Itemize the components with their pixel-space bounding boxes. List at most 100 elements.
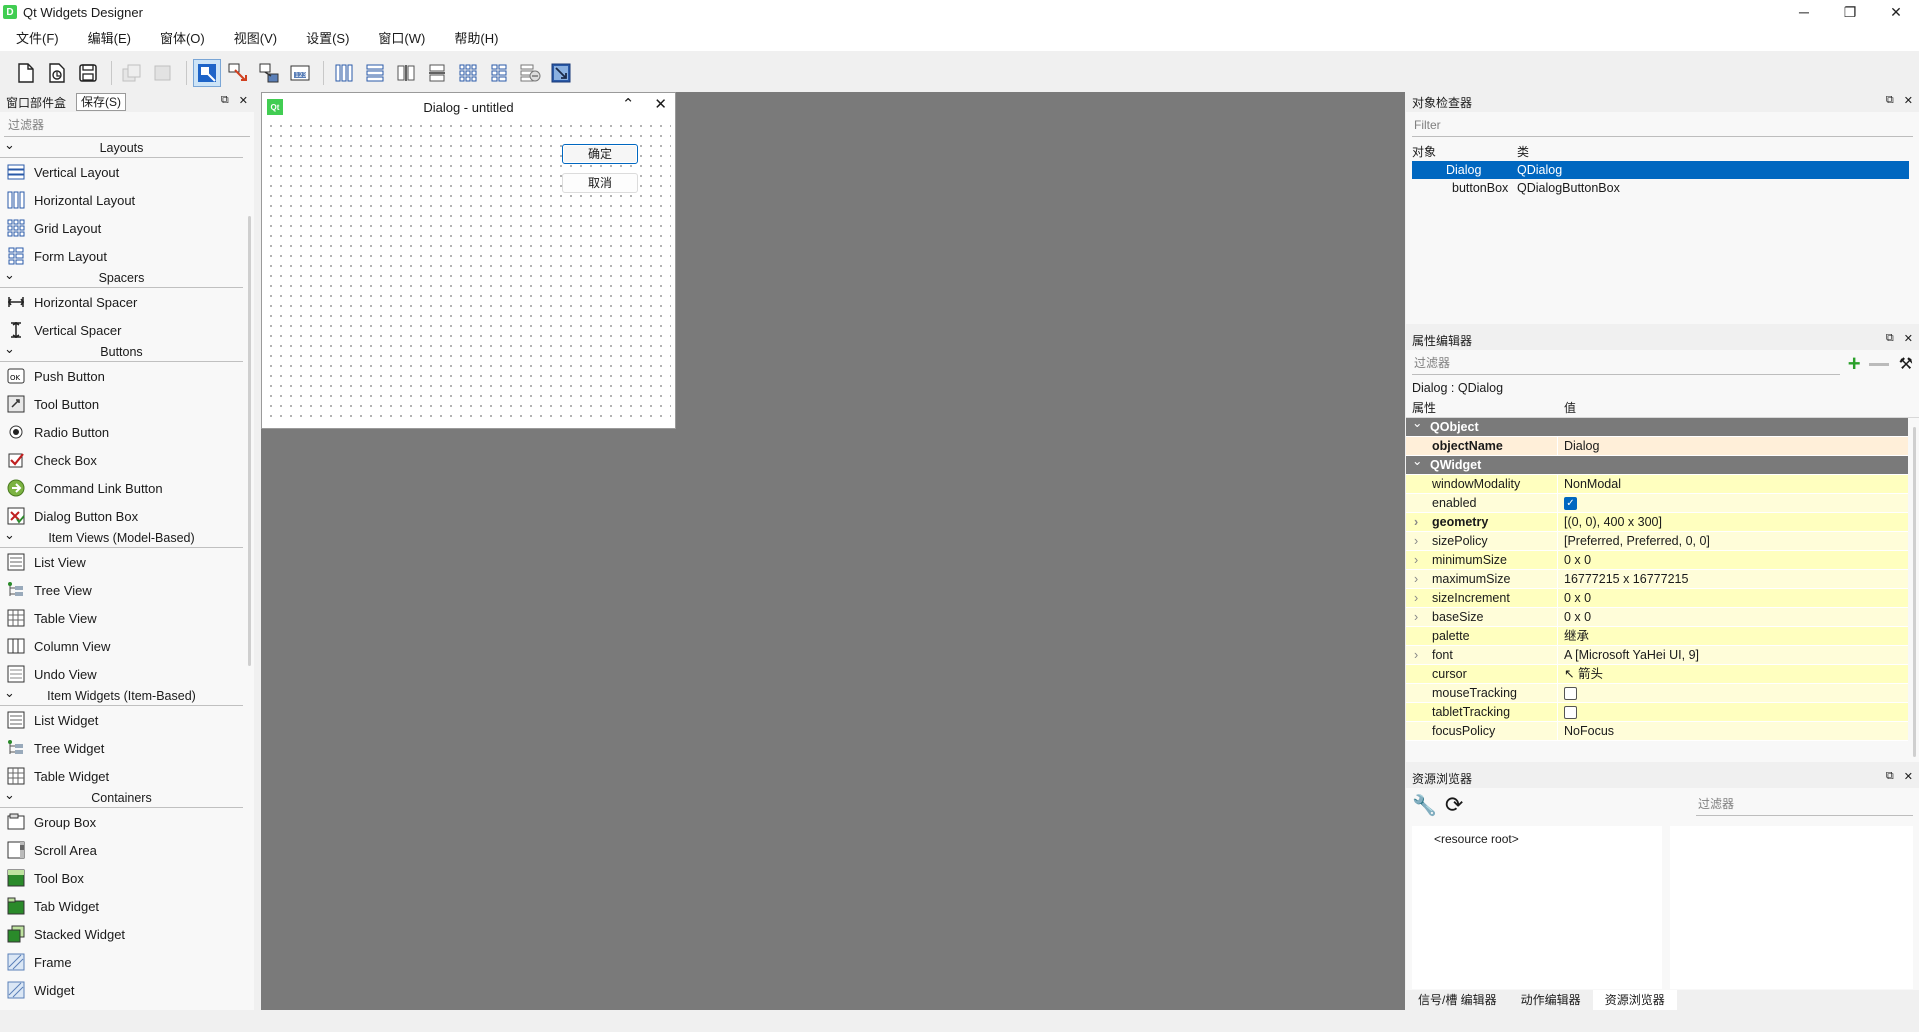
remove-property-icon[interactable] (1868, 362, 1889, 366)
close-icon[interactable]: ✕ (1904, 332, 1913, 345)
tab-signal-slot-editor[interactable]: 信号/槽 编辑器 (1406, 990, 1509, 1010)
property-value[interactable]: 0 x 0 (1558, 608, 1908, 626)
widget-box-item[interactable]: Tree View (0, 576, 243, 604)
checkbox[interactable] (1564, 705, 1577, 719)
widget-box-item[interactable]: OK Push Button (0, 362, 243, 390)
property-row[interactable]: font A [Microsoft YaHei UI, 9] (1406, 646, 1908, 665)
edit-signals-slots-icon[interactable] (224, 59, 252, 87)
checkbox[interactable]: ✓ (1564, 496, 1577, 510)
widget-box-item[interactable]: Table Widget (0, 762, 243, 790)
widget-box-item[interactable]: Frame (0, 948, 243, 976)
widget-box-item[interactable]: Tree Widget (0, 734, 243, 762)
column-class[interactable]: 类 (1517, 143, 1529, 160)
widget-category-header[interactable]: Containers (0, 786, 243, 808)
tab-resource-browser[interactable]: 资源浏览器 (1592, 990, 1677, 1010)
adjust-size-icon[interactable] (547, 59, 575, 87)
menu-edit[interactable]: 编辑(E) (79, 28, 140, 47)
edit-widgets-icon[interactable] (193, 59, 221, 87)
property-value[interactable]: [Preferred, Preferred, 0, 0] (1558, 532, 1908, 550)
open-file-icon[interactable] (43, 59, 71, 87)
property-row[interactable]: baseSize 0 x 0 (1406, 608, 1908, 627)
column-value[interactable]: 值 (1556, 398, 1576, 417)
widget-box-item[interactable]: Vertical Spacer (0, 316, 243, 344)
menu-form[interactable]: 窗体(O) (151, 28, 214, 47)
float-icon[interactable]: ⧉ (1886, 770, 1894, 783)
widget-box-item[interactable]: Tool Box (0, 864, 243, 892)
property-row[interactable]: cursor ↖ 箭头 (1406, 665, 1908, 684)
property-group-header[interactable]: QObject (1406, 414, 1908, 437)
widget-box-item[interactable]: Tool Button (0, 390, 243, 418)
property-value[interactable]: NonModal (1558, 475, 1908, 493)
column-object[interactable]: 对象 (1412, 143, 1517, 160)
property-value[interactable]: 继承 (1558, 627, 1908, 645)
property-value[interactable]: Dialog (1558, 437, 1908, 455)
vertical-splitter-icon[interactable] (423, 59, 451, 87)
property-value[interactable]: 0 x 0 (1558, 589, 1908, 607)
close-icon[interactable]: ✕ (1904, 770, 1913, 783)
property-row[interactable]: objectName Dialog (1406, 437, 1908, 456)
collapse-icon[interactable]: ⌃ (622, 95, 635, 113)
column-property[interactable]: 属性 (1406, 398, 1556, 417)
property-row[interactable]: enabled ✓ (1406, 494, 1908, 513)
widget-box-item[interactable]: Tab Widget (0, 892, 243, 920)
menu-file[interactable]: 文件(F) (7, 28, 68, 47)
edit-buddies-icon[interactable] (255, 59, 283, 87)
property-row[interactable]: focusPolicy NoFocus (1406, 722, 1908, 741)
save-icon[interactable] (74, 59, 102, 87)
property-value[interactable] (1558, 684, 1908, 702)
menu-settings[interactable]: 设置(S) (297, 28, 358, 47)
float-icon[interactable]: ⧉ (1886, 332, 1894, 345)
widget-box-item[interactable]: List Widget (0, 706, 243, 734)
widget-category-header[interactable]: Item Widgets (Item-Based) (0, 684, 243, 706)
resource-filter-input[interactable]: 过滤器 (1696, 794, 1913, 816)
add-property-icon[interactable]: + (1848, 353, 1861, 375)
close-button[interactable]: ✕ (1873, 0, 1919, 24)
minimize-button[interactable]: ─ (1781, 0, 1827, 24)
cancel-button[interactable]: 取消 (562, 173, 638, 193)
property-value[interactable]: 16777215 x 16777215 (1558, 570, 1908, 588)
form-layout-toolbar-icon[interactable] (485, 59, 513, 87)
maximize-button[interactable]: ❐ (1827, 0, 1873, 24)
property-row[interactable]: windowModality NonModal (1406, 475, 1908, 494)
widget-category-header[interactable]: Item Views (Model-Based) (0, 526, 243, 548)
widget-box-item[interactable]: Form Layout (0, 242, 243, 270)
widget-box-item[interactable]: Check Box (0, 446, 243, 474)
widget-category-header[interactable]: Spacers (0, 266, 243, 288)
tab-action-editor[interactable]: 动作编辑器 (1509, 990, 1593, 1010)
lay-out-horizontally-icon[interactable] (330, 59, 358, 87)
grid-layout-toolbar-icon[interactable] (454, 59, 482, 87)
property-group-header[interactable]: QWidget (1406, 452, 1908, 475)
lay-out-vertically-icon[interactable] (361, 59, 389, 87)
widget-box-item[interactable]: List View (0, 548, 243, 576)
property-row[interactable]: mouseTracking (1406, 684, 1908, 703)
widget-box-item[interactable]: Scroll Area (0, 836, 243, 864)
widget-box-item[interactable]: Group Box (0, 808, 243, 836)
property-row[interactable]: geometry [(0, 0), 400 x 300] (1406, 513, 1908, 532)
property-row[interactable]: minimumSize 0 x 0 (1406, 551, 1908, 570)
close-icon[interactable]: ✕ (1904, 94, 1913, 107)
new-file-icon[interactable] (12, 59, 40, 87)
widget-category-header[interactable]: Buttons (0, 340, 243, 362)
widget-box-item[interactable]: Radio Button (0, 418, 243, 446)
edit-tab-order-icon[interactable]: 123 (286, 59, 314, 87)
property-value[interactable]: ✓ (1558, 494, 1908, 512)
checkbox[interactable] (1564, 686, 1577, 700)
reload-icon[interactable]: ⟳ (1445, 792, 1463, 818)
widget-box-item[interactable]: Stacked Widget (0, 920, 243, 948)
menu-view[interactable]: 视图(V) (225, 28, 286, 47)
float-icon[interactable]: ⧉ (1886, 94, 1894, 107)
widget-box-scrollbar[interactable] (248, 216, 251, 666)
close-icon[interactable]: ✕ (239, 94, 248, 107)
property-row[interactable]: tabletTracking (1406, 703, 1908, 722)
property-row[interactable]: sizeIncrement 0 x 0 (1406, 589, 1908, 608)
horizontal-splitter-icon[interactable] (392, 59, 420, 87)
property-row[interactable]: maximumSize 16777215 x 16777215 (1406, 570, 1908, 589)
break-layout-icon[interactable] (516, 59, 544, 87)
menu-window[interactable]: 窗口(W) (369, 28, 434, 47)
property-value[interactable]: NoFocus (1558, 722, 1908, 740)
widget-box-item[interactable]: Command Link Button (0, 474, 243, 502)
ok-button[interactable]: 确定 (562, 144, 638, 164)
object-filter-input[interactable]: Filter (1412, 115, 1913, 137)
property-row[interactable]: palette 继承 (1406, 627, 1908, 646)
property-value[interactable] (1558, 703, 1908, 721)
